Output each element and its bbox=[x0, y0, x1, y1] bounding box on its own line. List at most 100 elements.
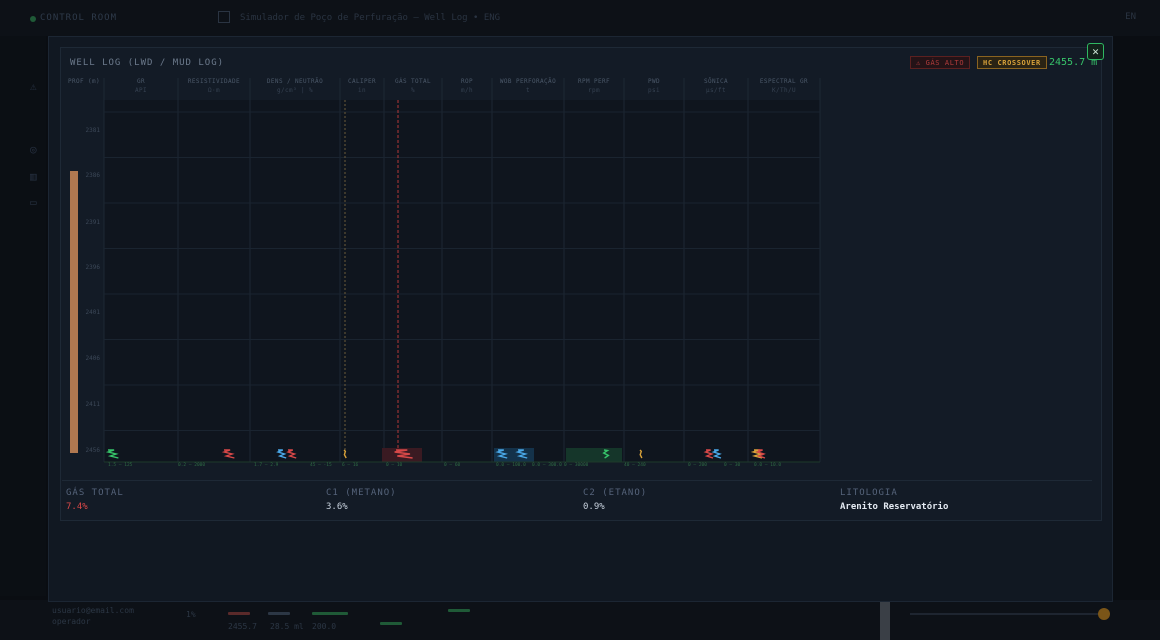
language-indicator[interactable]: EN bbox=[1125, 12, 1136, 22]
track-scale-label: 0.0 — 300.0 bbox=[532, 462, 562, 468]
depth-tick-label: 2391 bbox=[86, 219, 101, 226]
track-header: DENS / NEUTRÃO g/cm³ | % bbox=[250, 77, 340, 95]
stats-divider bbox=[62, 480, 1092, 481]
status-bar-b bbox=[268, 612, 290, 615]
track-header: GR API bbox=[104, 77, 178, 95]
status-bar-c bbox=[312, 612, 348, 615]
track-scale-label: 40 — 240 bbox=[624, 462, 646, 468]
depth-tick-label: 2456 bbox=[86, 447, 101, 454]
c1-value: 3.6% bbox=[326, 502, 348, 512]
track-header-name: RESISTIVIDADE bbox=[187, 78, 241, 85]
status-counter: 1% bbox=[186, 610, 196, 619]
track-header-name: PROF (m) bbox=[67, 78, 101, 85]
user-email: usuario@email.com bbox=[52, 606, 134, 615]
track-header-name: SÔNICA bbox=[703, 78, 729, 85]
c2-value: 0.9% bbox=[583, 502, 605, 512]
app-window-title: Simulador de Poço de Perfuração — Well L… bbox=[240, 13, 501, 23]
log-tracks-svg: 2381 2386 2391 2396 2401 2406 2411 2456 1.5 — 12… bbox=[70, 78, 821, 477]
track-scale-label: 6 — 16 bbox=[342, 462, 359, 468]
gas-alert-badge: ⚠ GÁS ALTO bbox=[910, 56, 971, 69]
depth-tick-label: 2396 bbox=[86, 264, 101, 271]
book-icon[interactable]: ▥ bbox=[30, 170, 42, 183]
track-header-name: GR bbox=[136, 78, 146, 85]
c2-label: C2 (ETANO) bbox=[583, 488, 648, 498]
timeline-slider-knob[interactable] bbox=[1098, 608, 1110, 620]
track-header-name: GÁS TOTAL bbox=[394, 78, 432, 85]
lithology-label: LITOLOGIA bbox=[840, 488, 898, 498]
track-header-unit: in bbox=[357, 87, 367, 94]
status-bar-d bbox=[448, 609, 470, 612]
app-topbar bbox=[0, 0, 1160, 36]
track-scale-label: 0 — 60 bbox=[444, 462, 461, 468]
track-header-unit: t bbox=[525, 87, 530, 94]
track-scale-label: 0 — 10 bbox=[386, 462, 403, 468]
track-header: GÁS TOTAL% bbox=[384, 77, 442, 95]
track-scale-label: 0.0 — 10.0 bbox=[754, 462, 781, 468]
track-header-name: PWD bbox=[647, 78, 661, 85]
status-bar-e bbox=[380, 622, 402, 625]
track-header: WOB PERFORAÇÃO t bbox=[492, 77, 564, 95]
track-scale-label: 1.5 — 125 bbox=[108, 462, 133, 468]
track-header-name: ESPECTRAL GR bbox=[759, 78, 809, 85]
depth-tick-label: 2406 bbox=[86, 355, 101, 362]
track-header-name: CALIPER bbox=[347, 78, 377, 85]
user-role: operador bbox=[52, 617, 91, 626]
tracks-plot-bg bbox=[104, 100, 820, 462]
track-scale-label: 1.7 — 2.9 bbox=[254, 462, 279, 468]
track-scale-label: 45 — -15 bbox=[310, 462, 332, 468]
app-statusbar bbox=[0, 600, 1160, 640]
track-header: ROP m/h bbox=[442, 77, 492, 95]
rpm-zone-highlight bbox=[566, 448, 622, 462]
c1-label: C1 (METANO) bbox=[326, 488, 397, 498]
track-header-unit: rpm bbox=[587, 87, 601, 94]
track-header: ESPECTRAL GR K/Th/U bbox=[748, 77, 820, 95]
depth-tick-label: 2401 bbox=[86, 309, 101, 316]
app-brand: CONTROL ROOM bbox=[40, 13, 118, 23]
track-header-unit: g/cm³ | % bbox=[276, 87, 314, 94]
track-header-unit: µs/ft bbox=[705, 87, 727, 94]
gas-total-value: 7.4% bbox=[66, 502, 88, 512]
hc-crossover-badge: HC CROSSOVER bbox=[977, 56, 1047, 69]
readout-rate: 200.0 bbox=[312, 622, 337, 631]
track-header-name: WOB PERFORAÇÃO bbox=[499, 78, 557, 85]
log-tracks: 2381 2386 2391 2396 2401 2406 2411 2456 1.5 — 12… bbox=[64, 74, 824, 477]
depth-tick-label: 2386 bbox=[86, 172, 101, 179]
clipboard-icon[interactable]: ▭ bbox=[30, 196, 42, 209]
track-scale-label: 0.2 — 2000 bbox=[178, 462, 205, 468]
track-scale-label: 0.0 — 100.0 bbox=[496, 462, 526, 468]
track-header-unit: K/Th/U bbox=[771, 87, 797, 94]
close-button[interactable]: ✕ bbox=[1087, 43, 1104, 60]
track-scale-label: 0 — 30000 bbox=[564, 462, 589, 468]
window-icon bbox=[218, 11, 230, 23]
track-header-unit: Ω·m bbox=[207, 87, 221, 94]
warning-icon[interactable]: ⚠ bbox=[30, 80, 42, 93]
track-header-unit: psi bbox=[647, 87, 661, 94]
track-header: PWD psi bbox=[624, 77, 684, 95]
track-header-unit: % bbox=[410, 87, 415, 94]
track-scale-label: 0 — 200 bbox=[688, 462, 707, 468]
track-header-unit: API bbox=[134, 87, 148, 94]
track-header: PROF (m) bbox=[64, 77, 104, 86]
track-header: CALIPER in bbox=[340, 77, 384, 95]
location-icon[interactable]: ◎ bbox=[30, 143, 42, 156]
track-header: SÔNICA µs/ft bbox=[684, 77, 748, 95]
track-header-name: DENS / NEUTRÃO bbox=[266, 78, 324, 85]
app-sidebar bbox=[0, 36, 46, 596]
readout-depth: 2455.7 bbox=[228, 622, 257, 631]
readout-volume: 28.5 ml bbox=[270, 622, 304, 631]
track-scale-label: 0 — 30 bbox=[724, 462, 741, 468]
timeline-slider-track[interactable] bbox=[910, 613, 1100, 615]
lithology-value: Arenito Reservatório bbox=[840, 502, 949, 512]
status-dot-icon bbox=[30, 16, 36, 22]
lithology-bar bbox=[70, 171, 78, 453]
track-header-unit: m/h bbox=[460, 87, 474, 94]
panel-divider bbox=[880, 602, 890, 640]
depth-tick-label: 2411 bbox=[86, 401, 101, 408]
status-bar-a bbox=[228, 612, 250, 615]
track-header: RESISTIVIDADE Ω·m bbox=[178, 77, 250, 95]
depth-tick-label: 2381 bbox=[86, 127, 101, 134]
track-header-name: RPM PERF bbox=[577, 78, 611, 85]
track-header-name: ROP bbox=[460, 78, 474, 85]
well-log-title: WELL LOG (LWD / MUD LOG) bbox=[70, 58, 225, 68]
gas-total-label: GÁS TOTAL bbox=[66, 488, 124, 498]
